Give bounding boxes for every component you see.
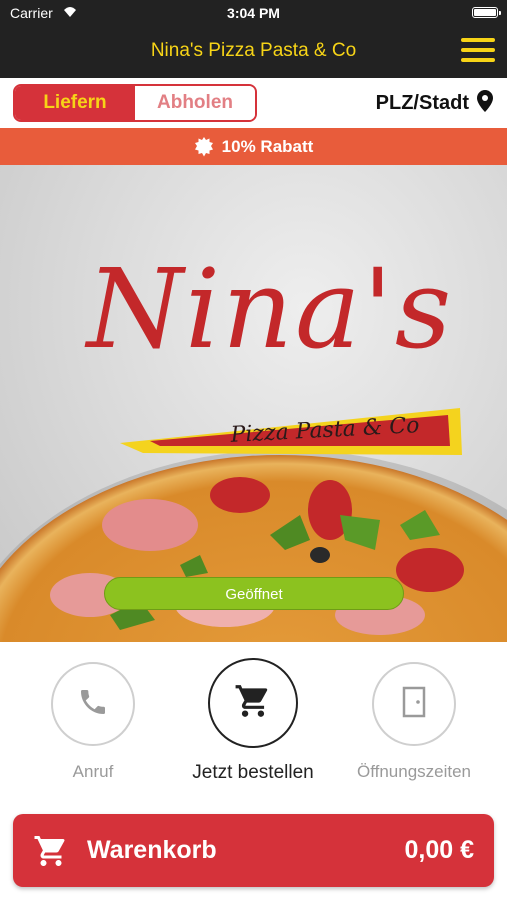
page-title: Nina's Pizza Pasta & Co <box>150 40 357 61</box>
clock: 3:04 PM <box>227 5 280 21</box>
nav-bar: Nina's Pizza Pasta & Co <box>0 26 507 78</box>
hours-circle <box>372 662 456 746</box>
door-icon <box>401 686 427 723</box>
discount-text: 10% Rabatt <box>221 136 314 156</box>
order-circle <box>208 658 298 748</box>
deliver-tab[interactable]: Liefern <box>15 86 135 120</box>
battery-icon <box>472 7 501 18</box>
call-label: Anruf <box>72 762 114 781</box>
location-selector[interactable]: PLZ/Stadt <box>376 90 493 117</box>
opening-hours-label: Öffnungszeiten <box>356 762 472 781</box>
discount-banner[interactable]: 10% Rabatt <box>0 128 507 165</box>
location-label: PLZ/Stadt <box>375 92 469 114</box>
phone-icon <box>77 686 109 723</box>
action-row: Anruf Jetzt bestellen Öffnungszeiten <box>0 642 507 802</box>
cart-button[interactable]: Warenkorb 0,00 € <box>13 814 494 887</box>
order-mode-toggle: Liefern Abholen <box>13 84 257 122</box>
call-circle <box>51 662 135 746</box>
pickup-tab[interactable]: Abholen <box>135 86 255 120</box>
status-bar: Carrier 3:04 PM <box>0 0 507 26</box>
map-pin-icon <box>477 90 493 117</box>
cart-total: 0,00 € <box>404 836 474 864</box>
cart-icon <box>234 682 272 725</box>
opening-hours-button[interactable]: Öffnungszeiten <box>329 662 499 782</box>
order-now-button[interactable]: Jetzt bestellen <box>168 658 338 784</box>
order-now-label: Jetzt bestellen <box>192 762 314 783</box>
logo-wordmark: Nina's <box>86 245 454 373</box>
open-status-badge: Geöffnet <box>104 577 404 610</box>
cart-icon <box>33 833 69 874</box>
call-button[interactable]: Anruf <box>8 662 178 782</box>
cart-label: Warenkorb <box>87 836 217 864</box>
hamburger-icon[interactable] <box>461 38 495 66</box>
hero-image: Nina's Pizza Pasta & Co <box>0 165 507 642</box>
badge-icon <box>194 136 214 157</box>
